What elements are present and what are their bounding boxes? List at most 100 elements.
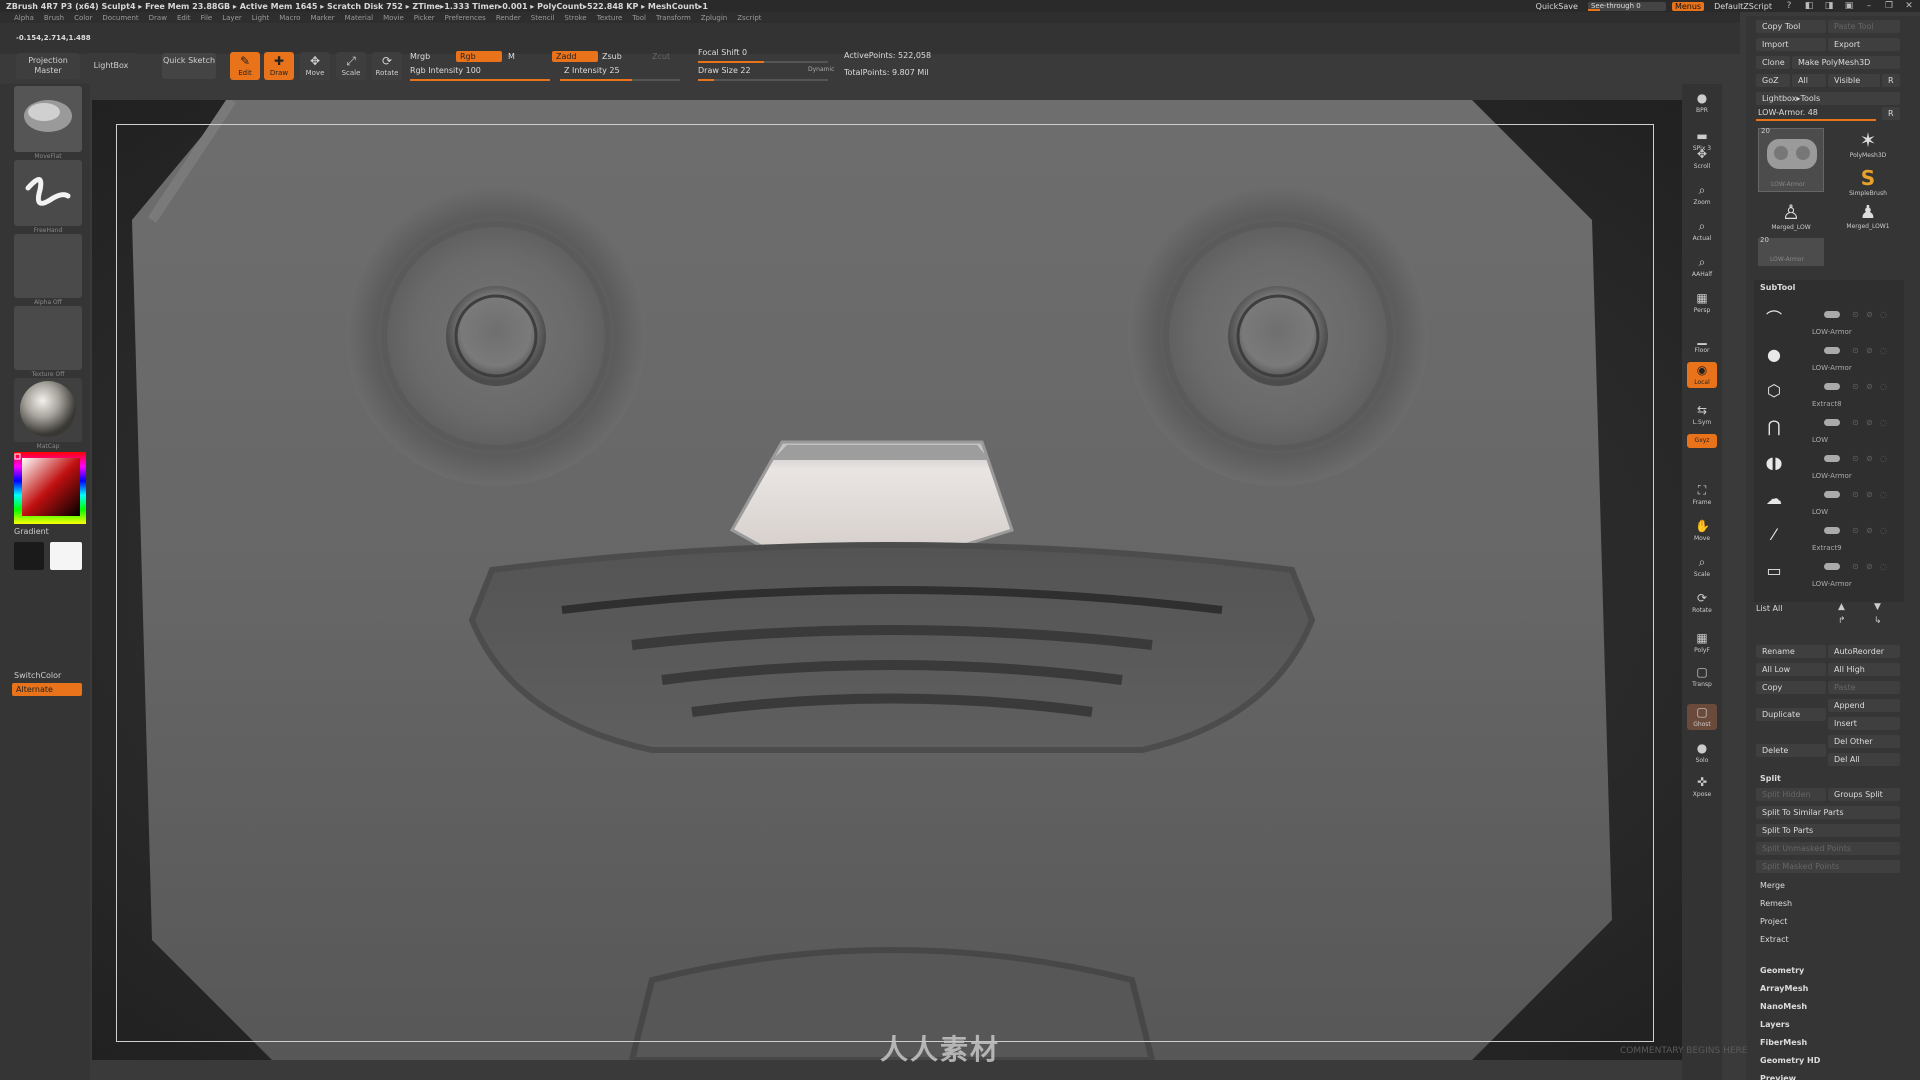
mrgb-button[interactable]: Mrgb — [410, 52, 430, 61]
draw-button[interactable]: ✚ Draw — [264, 52, 294, 80]
current-tool-r-button[interactable]: R — [1882, 107, 1900, 120]
goz-all-button[interactable]: All — [1792, 74, 1826, 87]
tool-thumb-polymesh3d[interactable]: ✶ PolyMesh3D — [1838, 128, 1898, 162]
subtool-option-icon[interactable]: ⊙ — [1852, 490, 1862, 499]
menu-render[interactable]: Render — [496, 14, 521, 22]
menu-draw[interactable]: Draw — [149, 14, 167, 22]
goz-button[interactable]: GoZ — [1756, 74, 1790, 87]
move-view-button[interactable]: ✋ Move — [1687, 518, 1717, 544]
zcut-button[interactable]: Zcut — [652, 52, 670, 61]
subtool-option-icon[interactable]: ◌ — [1880, 310, 1890, 319]
subtool-item[interactable]: ⁄ Extract9 ⊙ ⊘ ◌ — [1756, 520, 1902, 554]
section-preview[interactable]: Preview — [1760, 1074, 1796, 1080]
move-up-icon[interactable]: ▲ — [1838, 602, 1845, 612]
quicksave-button[interactable]: QuickSave — [1532, 2, 1582, 11]
actual-view-button[interactable]: ⌕ Actual — [1687, 218, 1717, 244]
quick-sketch-button[interactable]: Quick Sketch — [162, 53, 216, 79]
minimize-icon[interactable]: – — [1862, 1, 1876, 11]
rotate-button[interactable]: ⟳ Rotate — [372, 52, 402, 80]
section-geometry-hd[interactable]: Geometry HD — [1760, 1056, 1820, 1065]
menu-zplugin[interactable]: Zplugin — [701, 14, 727, 22]
menu-file[interactable]: File — [201, 14, 213, 22]
subtool-option-icon[interactable]: ⊙ — [1852, 382, 1862, 391]
switch-color-button[interactable]: SwitchColor — [14, 671, 61, 680]
palette-icon[interactable]: ◨ — [1822, 1, 1836, 11]
rename-button[interactable]: Rename — [1756, 645, 1826, 658]
stroke-thumbnail[interactable] — [14, 160, 82, 226]
menu-layer[interactable]: Layer — [222, 14, 242, 22]
paste-subtool-button[interactable]: Paste — [1828, 681, 1900, 694]
xpose-view-button[interactable]: ✜ Xpose — [1687, 774, 1717, 800]
prev-subtool-icon[interactable]: ↱ — [1838, 616, 1846, 626]
texture-thumbnail[interactable] — [14, 306, 82, 370]
copy-subtool-button[interactable]: Copy — [1756, 681, 1826, 694]
tool-thumb-merged-low[interactable]: ♙ Merged_LOW — [1758, 200, 1824, 240]
subtool-option-icon[interactable]: ◌ — [1880, 454, 1890, 463]
material-thumbnail[interactable] — [14, 378, 82, 442]
subtool-option-icon[interactable]: ⊘ — [1866, 454, 1876, 463]
section-fibermesh[interactable]: FiberMesh — [1760, 1038, 1807, 1047]
autoreorder-button[interactable]: AutoReorder — [1828, 645, 1900, 658]
subtool-option-icon[interactable]: ⊘ — [1866, 382, 1876, 391]
split-to-parts-button[interactable]: Split To Parts — [1756, 824, 1900, 837]
section-nanomesh[interactable]: NanoMesh — [1760, 1002, 1807, 1011]
subtool-option-icon[interactable]: ⊙ — [1852, 418, 1862, 427]
transp-view-button[interactable]: ▢ Transp — [1687, 664, 1717, 690]
subtool-visibility-toggle[interactable] — [1824, 311, 1840, 318]
draw-size-slider[interactable]: Draw Size 22 — [698, 66, 751, 75]
edit-button[interactable]: ✎ Edit — [230, 52, 260, 80]
focal-shift-slider[interactable]: Focal Shift 0 — [698, 48, 747, 57]
secondary-color-swatch[interactable] — [50, 542, 82, 570]
menu-preferences[interactable]: Preferences — [445, 14, 486, 22]
split-masked-button[interactable]: Split Masked Points — [1756, 860, 1900, 873]
lightbox-button[interactable]: LightBox — [84, 53, 138, 79]
import-button[interactable]: Import — [1756, 38, 1826, 51]
paste-tool-button[interactable]: Paste Tool — [1828, 20, 1900, 33]
subtool-item[interactable]: ☁ LOW ⊙ ⊘ ◌ — [1756, 484, 1902, 518]
tool-thumb-merged-low1[interactable]: ♟ Merged_LOW1 — [1838, 202, 1898, 240]
menu-stencil[interactable]: Stencil — [531, 14, 555, 22]
menu-document[interactable]: Document — [102, 14, 138, 22]
lsym-view-button[interactable]: ⇆ L.Sym — [1687, 402, 1717, 428]
subtool-option-icon[interactable]: ⊘ — [1866, 490, 1876, 499]
split-unmasked-button[interactable]: Split Unmasked Points — [1756, 842, 1900, 855]
menu-edit[interactable]: Edit — [177, 14, 191, 22]
subtool-visibility-toggle[interactable] — [1824, 563, 1840, 570]
frame-view-button[interactable]: ⛶ Frame — [1687, 482, 1717, 508]
subtool-option-icon[interactable]: ⊙ — [1852, 562, 1862, 571]
local-view-button[interactable]: ◉ Local — [1687, 362, 1717, 388]
persp-view-button[interactable]: ▦ Persp — [1687, 290, 1717, 316]
ghost-view-button[interactable]: ▢ Ghost — [1687, 704, 1717, 730]
menu-color[interactable]: Color — [74, 14, 92, 22]
subtool-option-icon[interactable]: ◌ — [1880, 418, 1890, 427]
solo-view-button[interactable]: ● Solo — [1687, 740, 1717, 766]
menu-picker[interactable]: Picker — [414, 14, 435, 22]
subtool-item[interactable]: ● LOW-Armor ⊙ ⊘ ◌ — [1756, 340, 1902, 374]
zoom-view-button[interactable]: ⌕ Zoom — [1687, 182, 1717, 208]
subtool-option-icon[interactable]: ⊘ — [1866, 526, 1876, 535]
subtool-item[interactable]: ◖◗ LOW-Armor ⊙ ⊘ ◌ — [1756, 448, 1902, 482]
subtool-option-icon[interactable]: ◌ — [1880, 490, 1890, 499]
aahalf-view-button[interactable]: ⌕ AAHalf — [1687, 254, 1717, 280]
subtool-visibility-toggle[interactable] — [1824, 347, 1840, 354]
copy-tool-button[interactable]: Copy Tool — [1756, 20, 1826, 33]
rgb-intensity-slider[interactable]: Rgb Intensity 100 — [410, 66, 481, 75]
menu-texture[interactable]: Texture — [597, 14, 623, 22]
remesh-section[interactable]: Remesh — [1760, 899, 1792, 908]
m-button[interactable]: M — [508, 52, 515, 61]
z-intensity-slider[interactable]: Z Intensity 25 — [564, 66, 620, 75]
tool-thumb-simplebrush[interactable]: S SimpleBrush — [1838, 166, 1898, 200]
menu-macro[interactable]: Macro — [279, 14, 300, 22]
default-zscript-button[interactable]: DefaultZScript — [1710, 2, 1776, 11]
make-polymesh3d-button[interactable]: Make PolyMesh3D — [1792, 56, 1900, 69]
all-high-button[interactable]: All High — [1828, 663, 1900, 676]
subtool-item[interactable]: ⬡ Extract8 ⊙ ⊘ ◌ — [1756, 376, 1902, 410]
subtool-visibility-toggle[interactable] — [1824, 455, 1840, 462]
subtool-item[interactable]: ▭ LOW-Armor ⊙ ⊘ ◌ — [1756, 556, 1902, 590]
subtool-visibility-toggle[interactable] — [1824, 383, 1840, 390]
menu-material[interactable]: Material — [345, 14, 373, 22]
subtool-option-icon[interactable]: ◌ — [1880, 346, 1890, 355]
menu-zscript[interactable]: Zscript — [737, 14, 761, 22]
scroll-view-button[interactable]: ✥ Scroll — [1687, 146, 1717, 172]
subtool-item[interactable]: ⌒ LOW-Armor ⊙ ⊘ ◌ — [1756, 304, 1902, 338]
